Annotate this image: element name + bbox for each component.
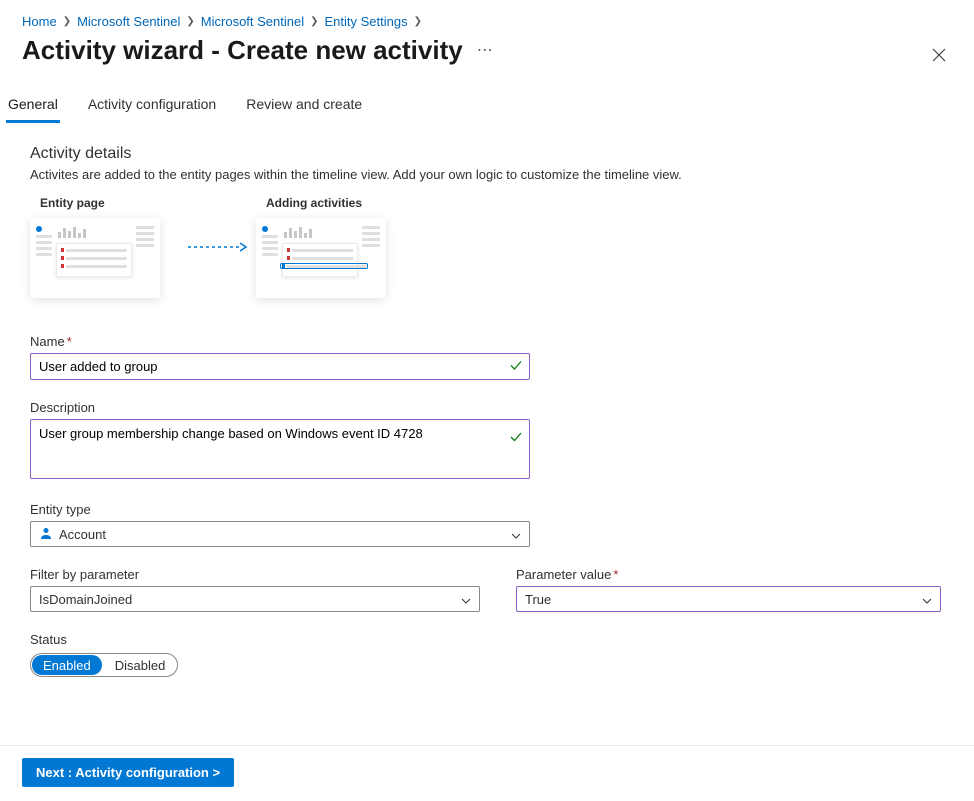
page-header: Activity wizard - Create new activity ⋯ <box>0 35 974 70</box>
status-label: Status <box>30 632 944 647</box>
chevron-right-icon: ❯ <box>310 16 318 27</box>
tab-general[interactable]: General <box>6 90 60 123</box>
section-description: Activites are added to the entity pages … <box>30 167 944 182</box>
footer: Next : Activity configuration > <box>0 745 974 787</box>
status-toggle[interactable]: Enabled Disabled <box>30 653 178 677</box>
section-title: Activity details <box>30 145 944 163</box>
page-title: Activity wizard - Create new activity <box>22 35 463 66</box>
chevron-down-icon <box>461 592 471 607</box>
parameter-value-value: True <box>525 592 551 607</box>
entity-type-select[interactable]: Account <box>30 521 530 547</box>
next-button[interactable]: Next : Activity configuration > <box>22 758 234 787</box>
account-icon <box>39 526 53 543</box>
illustration-adding-activities <box>256 218 386 298</box>
chevron-right-icon: ❯ <box>414 16 422 27</box>
content-area: Activity details Activites are added to … <box>0 123 974 677</box>
filter-label: Filter by parameter <box>30 567 480 582</box>
check-icon <box>510 359 522 374</box>
illustration-label-adding: Adding activities <box>256 196 406 210</box>
chevron-down-icon <box>922 592 932 607</box>
breadcrumb-home[interactable]: Home <box>22 14 57 29</box>
breadcrumb: Home ❯ Microsoft Sentinel ❯ Microsoft Se… <box>0 0 974 35</box>
entity-type-value: Account <box>59 527 106 542</box>
chevron-down-icon <box>511 527 521 542</box>
illustration-label-entity: Entity page <box>30 196 180 210</box>
description-label: Description <box>30 400 944 415</box>
breadcrumb-entity-settings[interactable]: Entity Settings <box>325 14 408 29</box>
param-value-label: Parameter value* <box>516 567 941 582</box>
filter-parameter-select[interactable]: IsDomainJoined <box>30 586 480 612</box>
filter-parameter-value: IsDomainJoined <box>39 592 132 607</box>
status-disabled[interactable]: Disabled <box>103 654 178 676</box>
more-actions-button[interactable]: ⋯ <box>477 43 493 59</box>
illustration: Entity page Adding activities <box>30 196 944 298</box>
chevron-right-icon: ❯ <box>186 16 194 27</box>
tab-activity-configuration[interactable]: Activity configuration <box>86 90 218 123</box>
entity-type-label: Entity type <box>30 502 944 517</box>
arrow-right-icon <box>188 242 248 252</box>
breadcrumb-sentinel-2[interactable]: Microsoft Sentinel <box>201 14 304 29</box>
name-input[interactable] <box>30 353 530 380</box>
chevron-right-icon: ❯ <box>63 16 71 27</box>
breadcrumb-sentinel-1[interactable]: Microsoft Sentinel <box>77 14 180 29</box>
description-textarea[interactable] <box>30 419 530 479</box>
parameter-value-select[interactable]: True <box>516 586 941 612</box>
close-button[interactable] <box>932 48 946 65</box>
status-enabled[interactable]: Enabled <box>32 655 102 675</box>
check-icon <box>510 431 522 446</box>
illustration-entity-page <box>30 218 160 298</box>
tabs: General Activity configuration Review an… <box>0 70 974 123</box>
name-label: Name* <box>30 334 944 349</box>
tab-review-create[interactable]: Review and create <box>244 90 364 123</box>
close-icon <box>932 48 946 62</box>
